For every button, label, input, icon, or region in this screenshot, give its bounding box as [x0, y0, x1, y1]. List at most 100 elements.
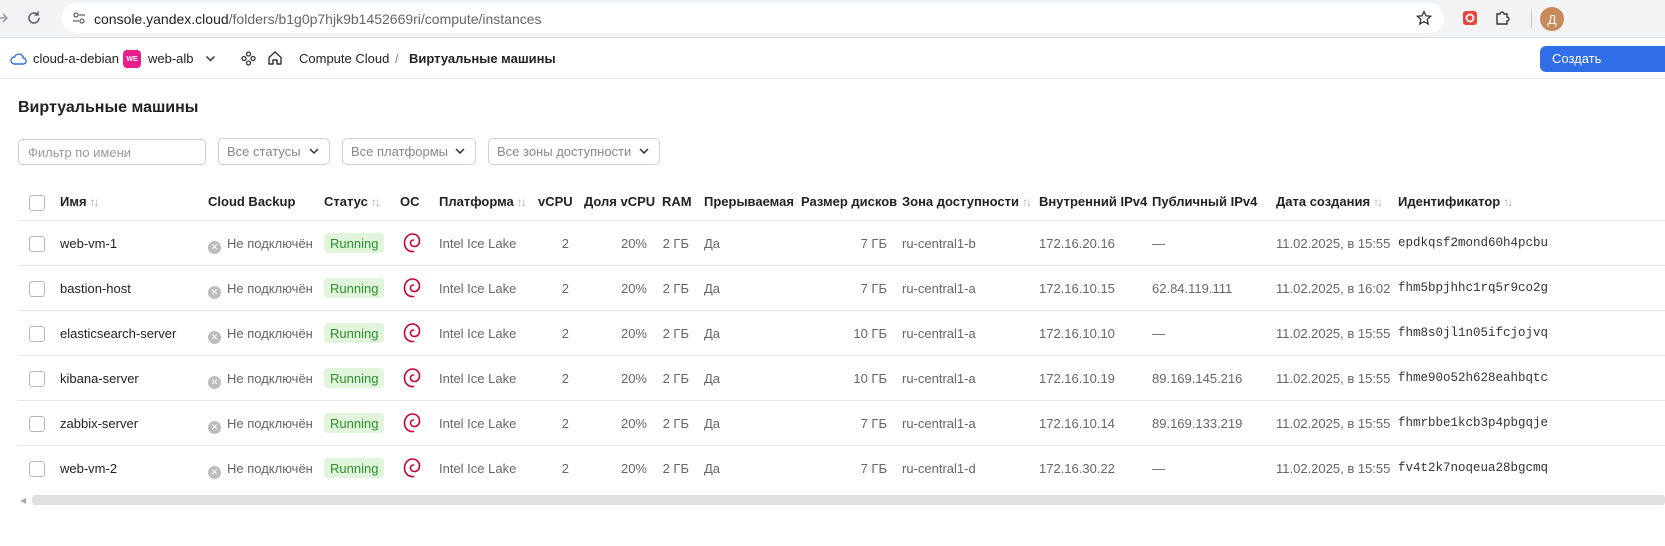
column-header-id[interactable]: Идентификатор ↑↓ — [1398, 194, 1513, 209]
debian-icon — [403, 368, 421, 388]
created-date: 11.02.2025, в 15:55 — [1276, 371, 1391, 386]
created-date: 11.02.2025, в 15:55 — [1276, 236, 1391, 251]
name-filter-input[interactable] — [18, 139, 206, 165]
page-title: Виртуальные машины — [18, 99, 199, 116]
bookmark-star-icon[interactable] — [1415, 9, 1433, 31]
vm-name[interactable]: elasticsearch-server — [60, 326, 176, 341]
public-ip: — — [1152, 461, 1165, 476]
debian-icon — [403, 458, 421, 478]
sort-icon[interactable]: ↑↓ — [1373, 195, 1383, 209]
column-header-os: ОС — [400, 194, 420, 209]
debian-icon — [403, 278, 421, 298]
sort-icon[interactable]: ↑↓ — [1022, 195, 1032, 209]
select-all-checkbox[interactable] — [29, 195, 45, 211]
site-settings-icon[interactable] — [72, 11, 86, 30]
platform: Intel Ice Lake — [439, 236, 517, 251]
column-header-created[interactable]: Дата создания ↑↓ — [1276, 194, 1383, 209]
reload-icon[interactable] — [23, 7, 45, 29]
chevron-down-icon — [639, 148, 649, 155]
extensions-puzzle-icon[interactable] — [1493, 8, 1513, 28]
toolbar-divider — [1531, 10, 1532, 28]
instance-id[interactable]: fhmrbbe1kcb3p4pbgqje — [1398, 416, 1548, 430]
row-checkbox[interactable] — [29, 281, 45, 297]
instance-id[interactable]: fv4t2k7noqeua28bgcmq — [1398, 461, 1548, 475]
sort-icon[interactable]: ↑↓ — [371, 195, 381, 209]
internal-ip: 172.16.10.15 — [1039, 281, 1115, 296]
preemptible: Да — [704, 281, 721, 296]
status-filter-select[interactable]: Все статусы — [218, 138, 330, 165]
column-header-ram: RAM — [662, 194, 692, 209]
chevron-down-icon[interactable] — [204, 52, 217, 70]
vm-name[interactable]: web-vm-1 — [60, 236, 117, 251]
vm-name[interactable]: kibana-server — [60, 371, 139, 386]
row-checkbox[interactable] — [29, 416, 45, 432]
platform-filter-select[interactable]: Все платформы — [342, 138, 476, 165]
instance-id[interactable]: fhme90o52h628eahbqtc — [1398, 371, 1548, 385]
platform: Intel Ice Lake — [439, 371, 517, 386]
sort-icon[interactable]: ↑↓ — [517, 195, 527, 209]
row-checkbox[interactable] — [29, 371, 45, 387]
profile-avatar[interactable]: Д — [1540, 7, 1564, 31]
home-icon[interactable] — [267, 50, 283, 71]
ram: 2 ГБ — [662, 326, 689, 341]
address-bar[interactable]: console.yandex.cloud/folders/b1g0p7hjk9b… — [62, 3, 1444, 33]
instance-id[interactable]: epdkqsf2mond60h4pcbu — [1398, 236, 1548, 250]
column-header-zone[interactable]: Зона доступности ↑↓ — [902, 194, 1032, 209]
instance-id[interactable]: fhm5bpjhhc1rq5r9co2g — [1398, 281, 1548, 295]
platform: Intel Ice Lake — [439, 461, 517, 476]
row-checkbox[interactable] — [29, 326, 45, 342]
row-divider — [18, 445, 1665, 446]
cloud-name[interactable]: cloud-a-debian — [33, 51, 119, 66]
internal-ip: 172.16.10.10 — [1039, 326, 1115, 341]
row-divider — [18, 355, 1665, 356]
backup-status: ✕ Не подключён — [208, 371, 313, 389]
row-checkbox[interactable] — [29, 461, 45, 477]
extension-red-icon[interactable] — [1460, 8, 1480, 28]
debian-icon — [403, 413, 421, 433]
vm-name[interactable]: zabbix-server — [60, 416, 138, 431]
scroll-left-icon[interactable]: ◀ — [20, 496, 26, 505]
vcpu: 2 — [561, 371, 569, 386]
disk-size: 10 ГБ — [853, 371, 887, 386]
column-header-internal-ip: Внутренний IPv4 — [1039, 194, 1148, 209]
disk-size: 10 ГБ — [853, 326, 887, 341]
cloud-icon — [10, 52, 27, 70]
chevron-down-icon — [309, 148, 319, 155]
public-ip: 62.84.119.111 — [1152, 281, 1233, 296]
status-badge: Running — [324, 323, 385, 343]
column-header-preemptible: Прерываемая — [704, 194, 794, 209]
services-icon[interactable] — [241, 51, 256, 71]
vm-name[interactable]: web-vm-2 — [60, 461, 117, 476]
column-header-vcpu-share: Доля vCPU — [584, 194, 656, 209]
close-circle-icon: ✕ — [208, 331, 221, 344]
forward-icon[interactable] — [0, 7, 14, 29]
column-header-name[interactable]: Имя ↑↓ — [60, 194, 100, 209]
vm-name[interactable]: bastion-host — [60, 281, 131, 296]
zone: ru-central1-d — [902, 461, 976, 476]
folder-name[interactable]: web-alb — [148, 51, 194, 66]
instance-id[interactable]: fhm8s0jl1n05ifcjojvq — [1398, 326, 1548, 340]
horizontal-scrollbar[interactable] — [32, 495, 1665, 505]
url-text: console.yandex.cloud/folders/b1g0p7hjk9b… — [94, 11, 542, 27]
vcpu-share: 20% — [620, 236, 647, 251]
backup-status: ✕ Не подключён — [208, 416, 313, 434]
disk-size: 7 ГБ — [860, 236, 887, 251]
column-header-platform[interactable]: Платформа ↑↓ — [439, 194, 527, 209]
breadcrumb-compute-cloud[interactable]: Compute Cloud — [299, 51, 389, 66]
sort-icon[interactable]: ↑↓ — [90, 195, 100, 209]
internal-ip: 172.16.30.22 — [1039, 461, 1115, 476]
close-circle-icon: ✕ — [208, 421, 221, 434]
zone-filter-select[interactable]: Все зоны доступности — [488, 138, 660, 165]
preemptible: Да — [704, 461, 721, 476]
column-header-status[interactable]: Статус ↑↓ — [324, 194, 381, 209]
zone: ru-central1-a — [902, 416, 976, 431]
platform: Intel Ice Lake — [439, 281, 517, 296]
internal-ip: 172.16.10.19 — [1039, 371, 1115, 386]
create-button[interactable]: Создать — [1540, 46, 1665, 72]
sort-icon[interactable]: ↑↓ — [1503, 195, 1513, 209]
created-date: 11.02.2025, в 15:55 — [1276, 461, 1391, 476]
row-checkbox[interactable] — [29, 236, 45, 252]
vcpu-share: 20% — [620, 371, 647, 386]
status-badge: Running — [324, 413, 385, 433]
backup-status: ✕ Не подключён — [208, 461, 313, 479]
